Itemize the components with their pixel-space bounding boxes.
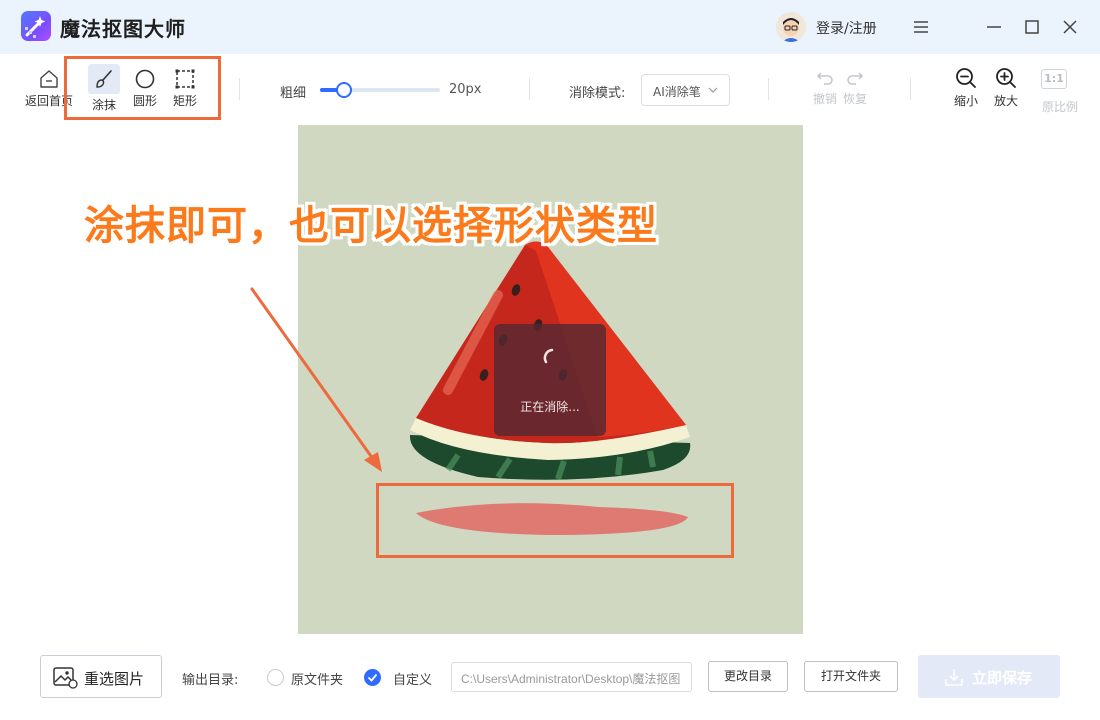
app-title: 魔法抠图大师 [60,17,186,41]
redo-label: 恢复 [842,92,867,106]
mode-select-value: AI消除笔 [653,85,701,99]
zoom-in-label: 放大 [993,94,1018,108]
undo-icon [816,72,833,85]
output-dir-label: 输出目录: [182,673,239,688]
minimize-icon[interactable] [983,16,1005,38]
reselect-label: 重选图片 [84,670,145,688]
mode-label: 消除模式: [569,86,626,101]
divider [529,78,530,100]
radio-original-folder[interactable] [267,669,284,686]
home-icon [40,70,58,88]
annotation-text: 涂抹即可，也可以选择形状类型 [84,203,658,249]
zoom-out-label: 缩小 [953,94,978,108]
original-ratio-button[interactable]: 原比例 [1038,98,1082,115]
divider [768,78,769,100]
loading-overlay: 正在消除... [494,324,606,436]
title-bar: 魔法抠图大师 登录/注册 [0,0,1100,54]
mode-select[interactable]: AI消除笔 [641,74,730,106]
zoom-in-button[interactable]: 放大 [991,66,1021,109]
close-icon[interactable] [1059,16,1081,38]
login-register-link[interactable]: 登录/注册 [816,18,877,38]
thickness-value: 20px [449,82,482,97]
divider [239,78,240,100]
image-icon [53,667,78,689]
zoom-out-button[interactable]: 缩小 [951,66,981,109]
open-folder-button[interactable]: 打开文件夹 [804,661,898,692]
spinner-icon [543,348,554,364]
menu-icon[interactable] [910,16,932,38]
divider [910,78,911,100]
save-now-button[interactable]: 立即保存 [918,655,1060,698]
redo-button[interactable]: 恢复 [841,68,869,107]
thickness-label: 粗细 [280,86,307,101]
tool-group-highlight [64,56,221,120]
radio-original-label: 原文件夹 [291,673,344,688]
undo-label: 撤销 [812,92,837,106]
user-avatar[interactable] [776,12,806,42]
smear-highlight-box [376,483,734,558]
thickness-slider[interactable] [320,82,440,98]
download-icon [945,669,963,686]
original-ratio-label: 原比例 [1041,100,1078,114]
zoom-in-icon [996,68,1016,88]
app-logo-icon [21,11,51,41]
radio-custom[interactable] [364,669,381,686]
thickness-slider-knob[interactable] [336,82,352,98]
change-dir-button[interactable]: 更改目录 [708,661,788,692]
zoom-out-icon [956,68,976,88]
chevron-down-icon [708,87,718,93]
undo-button[interactable]: 撤销 [811,68,839,107]
annotation-arrow [250,287,382,472]
output-path-field[interactable]: C:\Users\Administrator\Desktop\魔法抠图 [451,662,692,692]
original-ratio-icon[interactable]: 1:1 [1041,69,1067,89]
save-label: 立即保存 [972,669,1033,687]
loading-text: 正在消除... [520,400,580,414]
maximize-icon[interactable] [1021,16,1043,38]
redo-icon [847,72,864,85]
radio-custom-label: 自定义 [393,673,433,688]
check-icon [367,673,378,682]
reselect-image-button[interactable]: 重选图片 [40,655,162,698]
